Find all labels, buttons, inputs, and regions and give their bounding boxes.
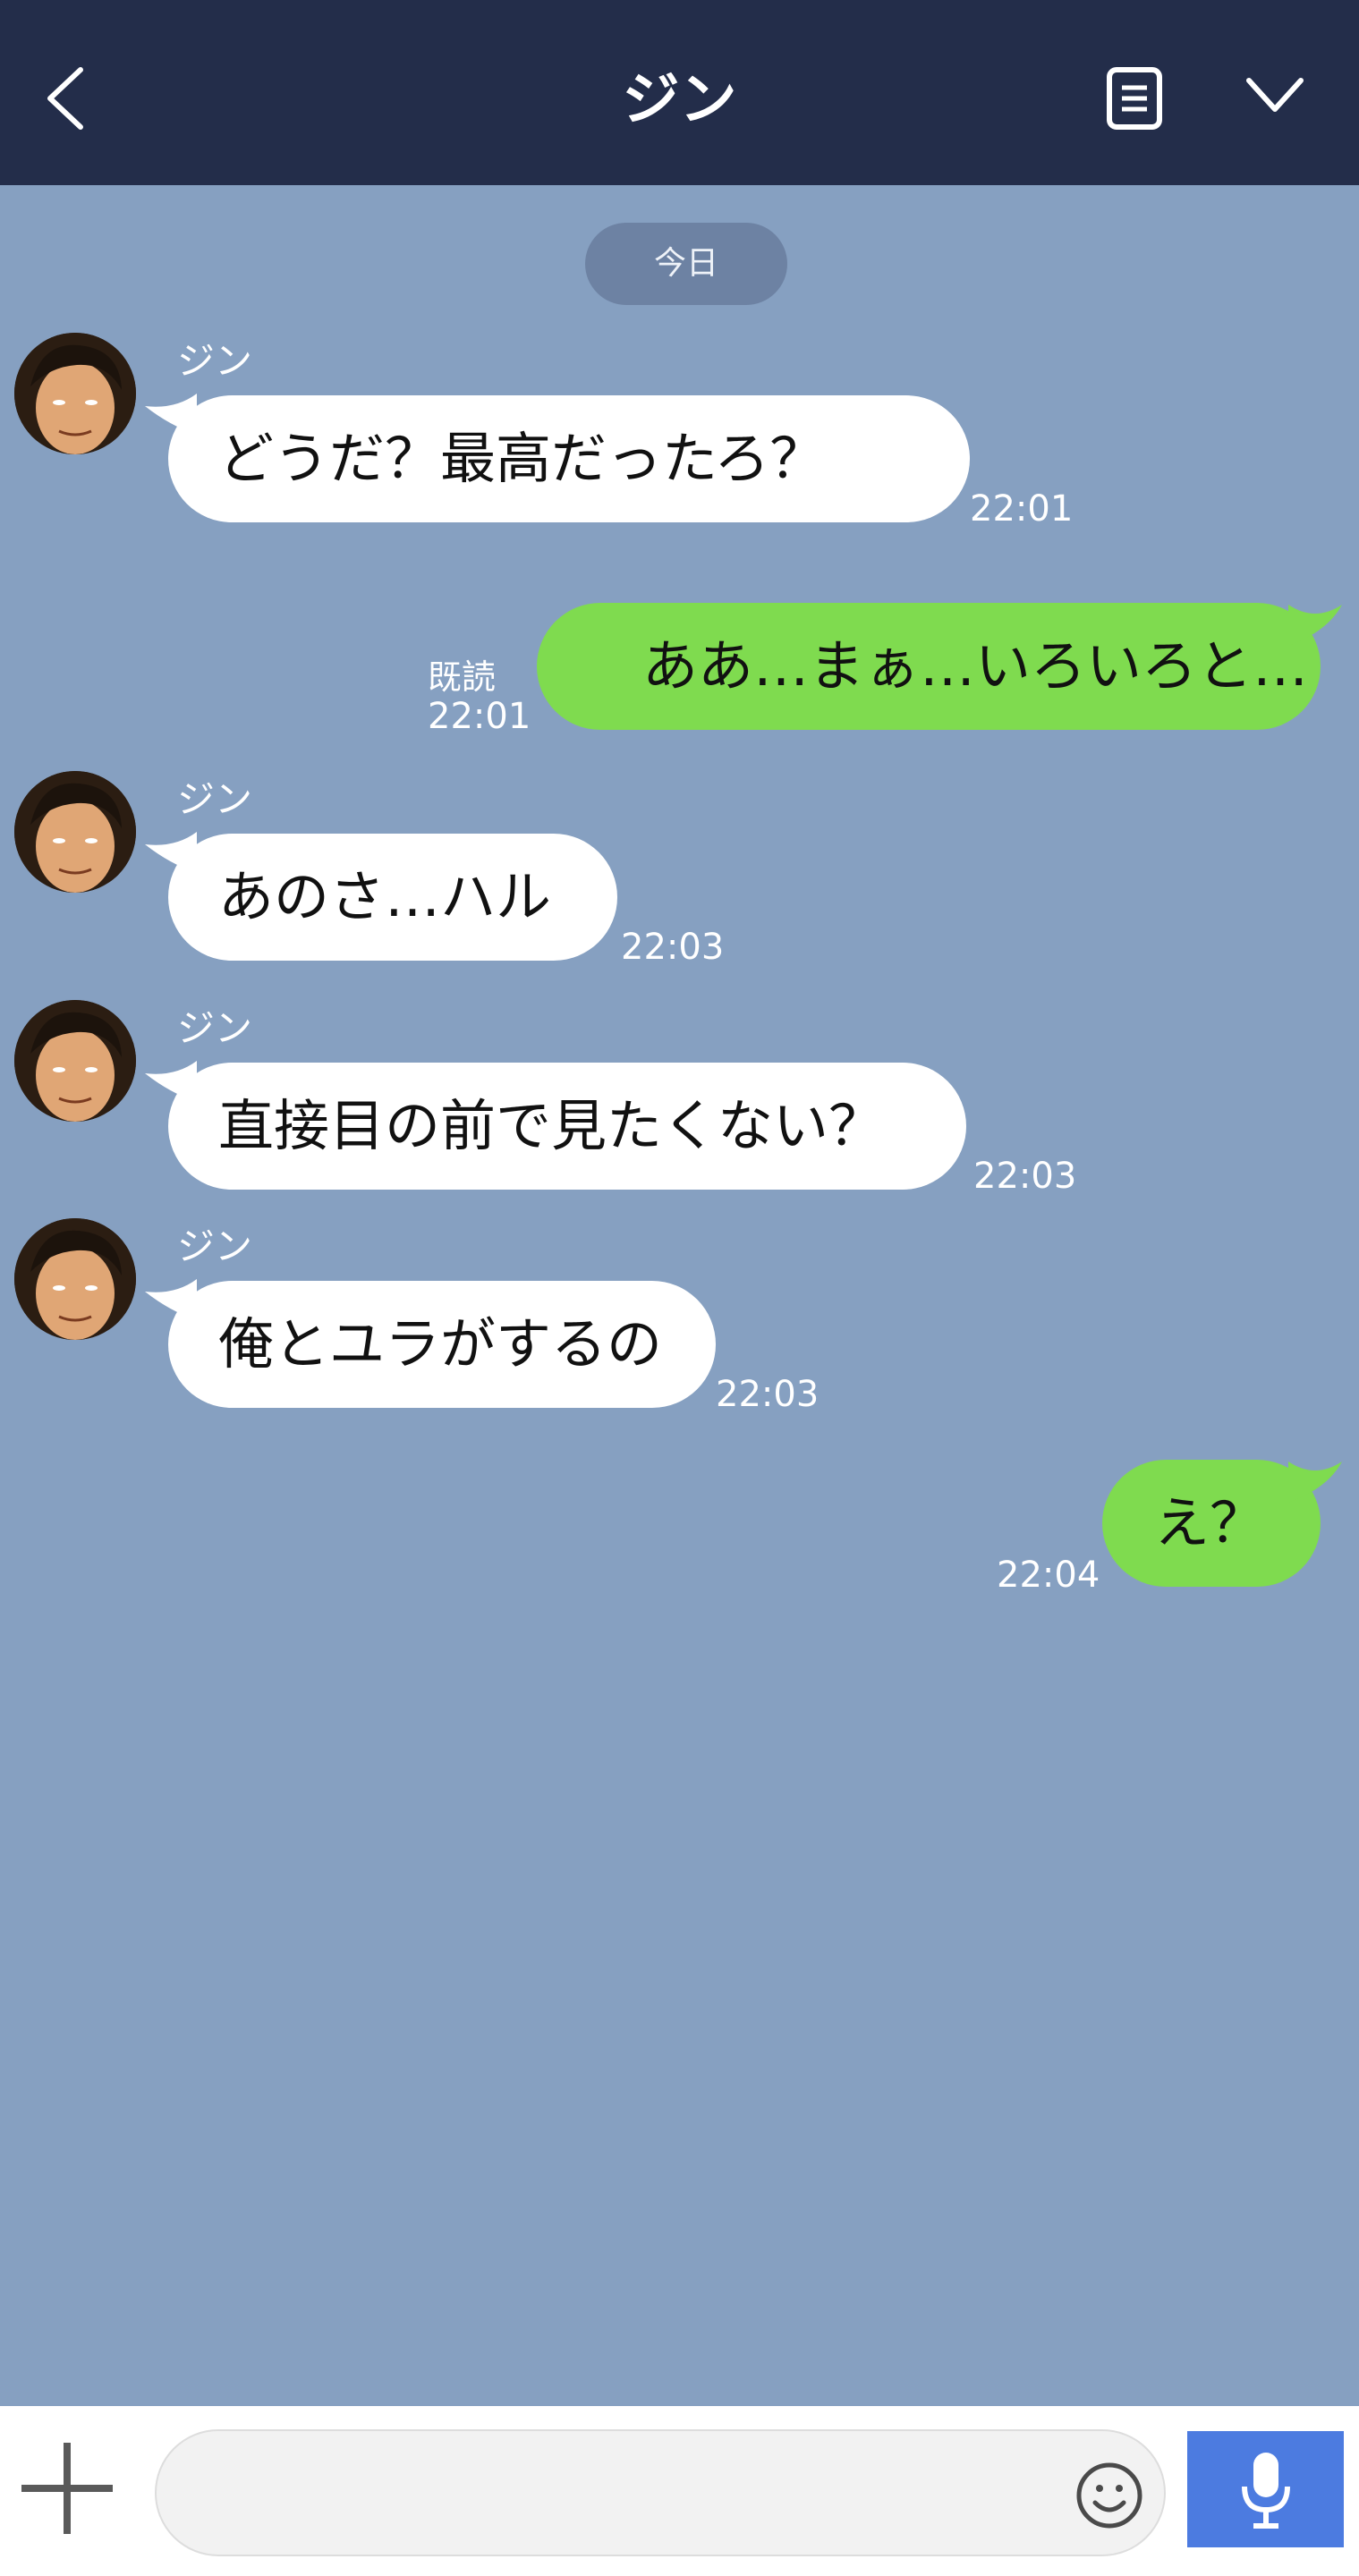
chevron-down-icon[interactable] [1245,73,1304,118]
message-bubble-incoming[interactable]: 俺とユラがするの [168,1281,716,1408]
read-receipt: 既読 [428,657,497,697]
avatar[interactable] [14,771,136,893]
microphone-icon [1242,2453,1290,2529]
sender-name: ジン [177,339,253,383]
message-bubble-incoming[interactable]: 直接目の前で見たくない？ [168,1063,966,1190]
avatar[interactable] [14,1000,136,1122]
sender-name: ジン [177,1224,253,1268]
message-time: 22:03 [716,1374,820,1415]
avatar[interactable] [14,1218,136,1340]
notes-icon[interactable] [1102,64,1167,132]
smiley-icon[interactable] [1075,2462,1143,2529]
message-time: 22:03 [621,927,725,968]
date-separator: 今日 [585,223,787,305]
plus-icon[interactable] [18,2439,116,2538]
message-time: 22:01 [428,696,531,737]
voice-button[interactable] [1187,2431,1344,2547]
message-input[interactable] [155,2429,1166,2556]
message-bubble-incoming[interactable]: どうだ？最高だったろ？ [168,395,970,522]
avatar[interactable] [14,333,136,454]
message-bubble-incoming[interactable]: あのさ…ハル [168,834,617,961]
chat-header: ジン [0,0,1359,185]
sender-name: ジン [177,1006,253,1050]
sender-name: ジン [177,777,253,821]
message-bubble-outgoing[interactable]: ああ…まぁ…いろいろと… [537,603,1321,730]
bubble-tail [1288,1462,1342,1503]
message-time: 22:01 [970,488,1074,530]
bubble-tail [1288,605,1342,646]
message-time: 22:03 [973,1156,1077,1197]
message-time: 22:04 [997,1555,1100,1596]
